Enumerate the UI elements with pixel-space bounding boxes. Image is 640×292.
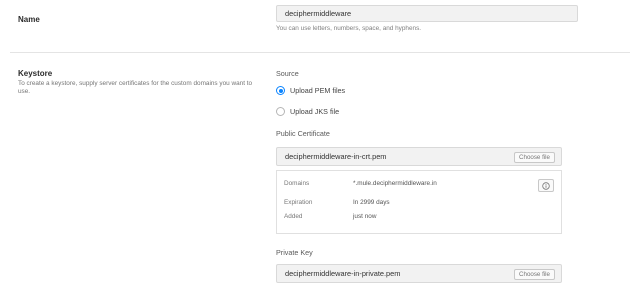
public-certificate-file: deciphermiddleware-in-crt.pem: [285, 152, 387, 161]
radio-upload-pem[interactable]: Upload PEM files: [276, 86, 345, 95]
private-key-input[interactable]: deciphermiddleware-in-private.pem Choose…: [276, 264, 562, 283]
name-input[interactable]: deciphermiddleware: [276, 5, 578, 22]
radio-upload-jks[interactable]: Upload JKS file: [276, 107, 339, 116]
keystore-description: To create a keystore, supply server cert…: [18, 80, 253, 96]
radio-checked-icon[interactable]: [276, 86, 285, 95]
radio-unchecked-icon[interactable]: [276, 107, 285, 116]
private-key-file: deciphermiddleware-in-private.pem: [285, 269, 401, 278]
info-circle-icon: [542, 181, 550, 190]
added-key: Added: [284, 213, 303, 220]
certificate-info-button[interactable]: [538, 179, 554, 192]
radio-upload-jks-label: Upload JKS file: [290, 107, 340, 116]
private-key-choose-button[interactable]: Choose file: [514, 269, 555, 280]
domains-key: Domains: [284, 180, 310, 187]
public-certificate-input[interactable]: deciphermiddleware-in-crt.pem Choose fil…: [276, 147, 562, 166]
expiration-key: Expiration: [284, 199, 313, 206]
name-input-value: deciphermiddleware: [285, 9, 352, 18]
name-section-label: Name: [18, 15, 40, 24]
source-label: Source: [276, 69, 299, 78]
certificate-details-panel: Domains *.mule.deciphermiddleware.in Exp…: [276, 170, 562, 234]
expiration-value: In 2999 days: [353, 199, 390, 206]
public-certificate-choose-button[interactable]: Choose file: [514, 152, 555, 163]
private-key-label: Private Key: [276, 248, 313, 257]
keystore-section-label: Keystore: [18, 69, 53, 78]
domains-value: *.mule.deciphermiddleware.in: [353, 180, 437, 187]
public-certificate-label: Public Certificate: [276, 129, 330, 138]
section-divider: [10, 52, 630, 53]
name-hint: You can use letters, numbers, space, and…: [276, 25, 422, 32]
radio-upload-pem-label: Upload PEM files: [290, 86, 346, 95]
added-value: just now: [353, 213, 377, 220]
